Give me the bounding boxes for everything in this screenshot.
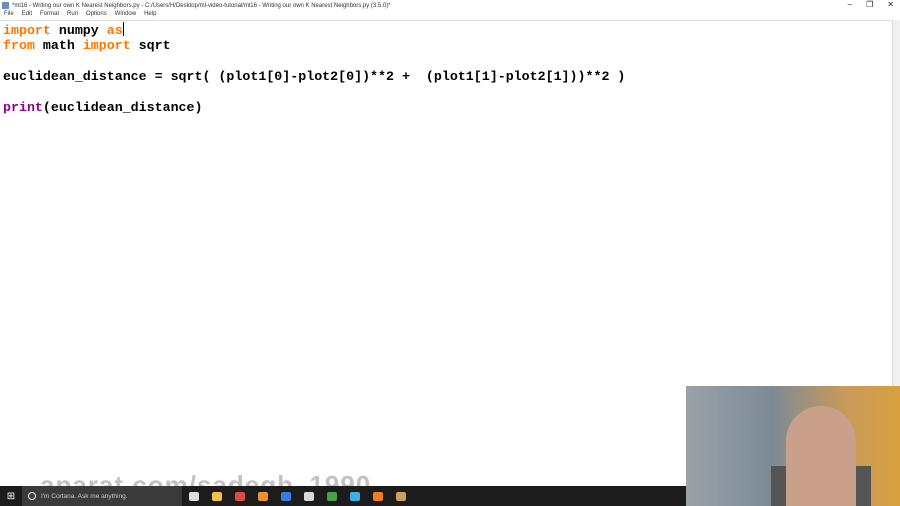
- code-token: math: [34, 38, 83, 54]
- keyword: from: [3, 38, 35, 54]
- keyword: import: [82, 38, 131, 54]
- menu-bar: File Edit Format Run Options Window Help: [0, 11, 900, 20]
- taskbar-firefox-icon[interactable]: [366, 486, 389, 506]
- webcam-person: [786, 406, 856, 506]
- taskbar-chrome-icon[interactable]: [228, 486, 251, 506]
- code-line-4: euclidean_distance = sqrt( (plot1[0]-plo…: [3, 69, 626, 85]
- window-title: *ml16 - Writing our own K Nearest Neighb…: [12, 2, 391, 9]
- chrome-icon: [234, 491, 245, 501]
- network-app-icon: [326, 491, 337, 501]
- taskbar-app-box-icon[interactable]: [389, 486, 412, 506]
- firefox-icon: [372, 491, 383, 501]
- maximize-button[interactable]: ❐: [866, 0, 873, 9]
- taskbar-app-blue-icon[interactable]: [274, 486, 297, 506]
- taskbar-task-view-icon[interactable]: [182, 486, 205, 506]
- minimize-button[interactable]: –: [848, 0, 852, 9]
- close-button[interactable]: ✕: [887, 0, 894, 9]
- taskbar-network-app-icon[interactable]: [320, 486, 343, 506]
- cortana-search[interactable]: I'm Cortana. Ask me anything.: [22, 486, 182, 506]
- taskbar-chat-icon[interactable]: [343, 486, 366, 506]
- text-cursor: [122, 22, 124, 36]
- menu-window[interactable]: Window: [111, 11, 140, 20]
- menu-edit[interactable]: Edit: [18, 11, 36, 20]
- keyword: as: [106, 23, 123, 38]
- menu-file[interactable]: File: [0, 11, 18, 20]
- idle-python-icon: [303, 491, 314, 501]
- chat-icon: [349, 491, 360, 501]
- code-line-1: import numpy as: [3, 22, 124, 38]
- menu-help[interactable]: Help: [140, 11, 160, 20]
- cortana-icon: [28, 492, 36, 500]
- menu-run[interactable]: Run: [63, 11, 82, 20]
- menu-options[interactable]: Options: [82, 11, 111, 20]
- idle-app-icon: [2, 2, 9, 9]
- file-explorer-icon: [211, 491, 222, 501]
- webcam-overlay: [686, 386, 900, 506]
- code-token: (euclidean_distance): [42, 100, 203, 116]
- cortana-placeholder: I'm Cortana. Ask me anything.: [41, 492, 128, 500]
- app-box-icon: [395, 491, 406, 501]
- task-view-icon: [188, 491, 199, 501]
- code-line-6: print(euclidean_distance): [3, 100, 203, 115]
- title-bar: *ml16 - Writing our own K Nearest Neighb…: [0, 0, 900, 11]
- code-text[interactable]: import numpy as from math import sqrt eu…: [3, 22, 625, 115]
- code-line-2: from math import sqrt: [3, 38, 171, 53]
- app-blue-icon: [280, 491, 291, 501]
- code-token: numpy: [50, 23, 107, 38]
- code-token: sqrt: [130, 38, 171, 54]
- menu-format[interactable]: Format: [36, 11, 63, 20]
- taskbar-idle-python-icon[interactable]: [297, 486, 320, 506]
- media-player-icon: [257, 491, 268, 501]
- taskbar-file-explorer-icon[interactable]: [205, 486, 228, 506]
- taskbar-media-player-icon[interactable]: [251, 486, 274, 506]
- start-button[interactable]: ⊞: [0, 486, 22, 506]
- keyword: import: [3, 23, 51, 38]
- builtin: print: [3, 100, 43, 116]
